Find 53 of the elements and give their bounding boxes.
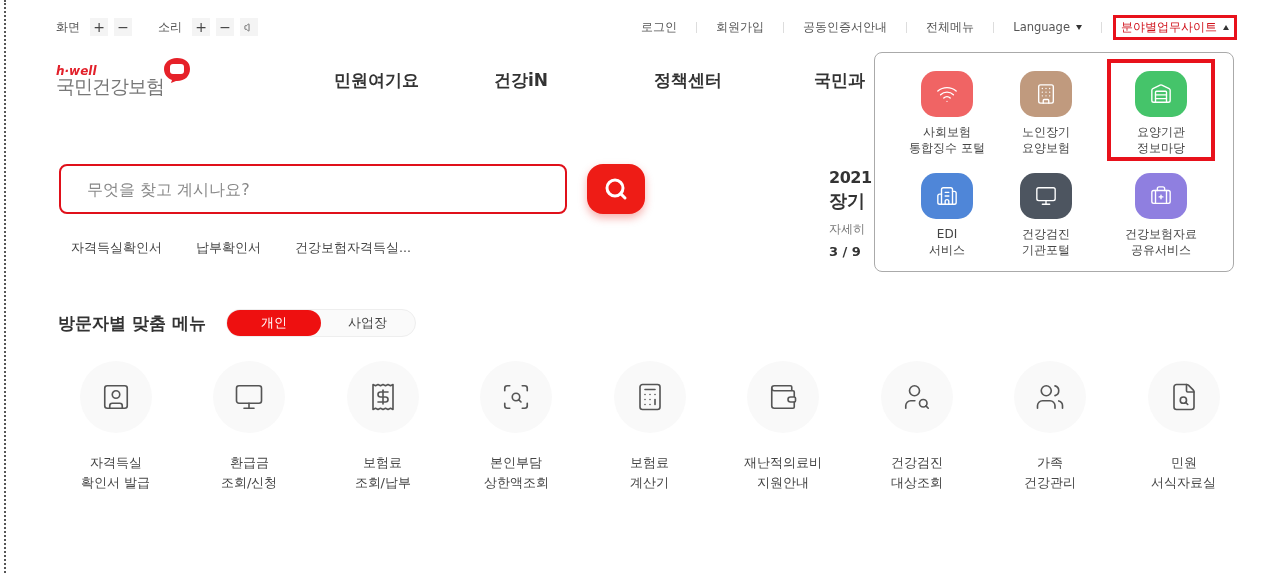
nav-item[interactable]: 건강iN [494, 68, 654, 92]
site-menu-label: EDI 서비스 [929, 226, 965, 258]
top-link[interactable]: 분야별업무사이트 [1113, 14, 1237, 40]
menu-item-label[interactable]: 민원 서식자료실 [1151, 453, 1217, 493]
menu-item-label[interactable]: 건강검진 대상조회 [890, 453, 943, 493]
menu-item-label[interactable]: 환급금 조회/신청 [221, 453, 278, 493]
accessibility-label: 화면 [56, 18, 80, 36]
decrease-button[interactable]: − [114, 18, 132, 36]
wallet-icon[interactable] [768, 382, 799, 412]
menu-item-label[interactable]: 본인부담 상한액조회 [483, 453, 549, 493]
quick-link[interactable]: 건강보험자격득실... [295, 240, 411, 257]
monitor-icon[interactable] [234, 382, 265, 412]
caret-icon [1076, 24, 1082, 30]
section-title: 방문자별 맞춤 메뉴 [58, 311, 206, 335]
search-icon [604, 177, 628, 201]
slide-pager: 3 / 9 [829, 244, 862, 259]
site-menu-item[interactable]: 요양기관 정보마당 [1107, 59, 1215, 161]
quick-link[interactable]: 납부확인서 [196, 240, 261, 257]
visitor-tab[interactable]: 사업장 [320, 310, 415, 336]
accessibility-label: 소리 [158, 18, 182, 36]
top-link[interactable]: 로그인 [633, 14, 686, 40]
site-menu-label: 건강검진 기관포털 [1022, 226, 1070, 258]
top-link[interactable]: Language [1005, 15, 1090, 39]
increase-button[interactable]: + [90, 18, 108, 36]
banner-title: 장기 [829, 189, 866, 213]
search-field[interactable]: 무엇을 찾고 계시나요? [59, 164, 567, 214]
visitor-tab[interactable]: 개인 [226, 310, 321, 336]
top-link[interactable]: 공동인증서안내 [795, 14, 896, 40]
site-menu-label: 사회보험 통합징수 포털 [909, 124, 985, 156]
quick-link[interactable]: 자격득실확인서 [71, 240, 162, 257]
logo-mark-icon [162, 56, 192, 83]
logo-tagline: h·well [56, 64, 98, 77]
nav-item[interactable]: 민원여기요 [334, 68, 494, 92]
caret-icon [1223, 24, 1229, 30]
search-button[interactable] [587, 164, 645, 214]
increase-button[interactable]: + [192, 18, 210, 36]
decrease-button[interactable]: − [216, 18, 234, 36]
people-icon[interactable] [1035, 382, 1066, 412]
menu-item-label[interactable]: 보험료 조회/납부 [354, 453, 411, 493]
more-link[interactable]: 자세히 [829, 221, 872, 238]
site-menu-item[interactable]: 건강보험자료 공유서비스 [1107, 161, 1215, 263]
top-link[interactable]: 회원가입 [708, 14, 773, 40]
nav-item[interactable]: 정책센터 [654, 68, 814, 92]
banner-year: 2021 [829, 168, 872, 187]
top-link[interactable]: 전체메뉴 [918, 14, 983, 40]
site-menu-label: 건강보험자료 공유서비스 [1125, 226, 1197, 258]
menu-item-label[interactable]: 자격득실 확인서 발급 [81, 453, 151, 493]
site-menu-label: 요양기관 정보마당 [1137, 124, 1185, 156]
menu-item-label[interactable]: 재난적의료비 지원안내 [744, 453, 823, 493]
menu-item-label[interactable]: 가족 건강관리 [1024, 453, 1077, 493]
logo-name: 국민건강보험 [56, 76, 164, 96]
site-menu-label: 노인장기 요양보험 [1022, 124, 1070, 156]
menu-item-label[interactable]: 보험료 계산기 [630, 453, 670, 493]
